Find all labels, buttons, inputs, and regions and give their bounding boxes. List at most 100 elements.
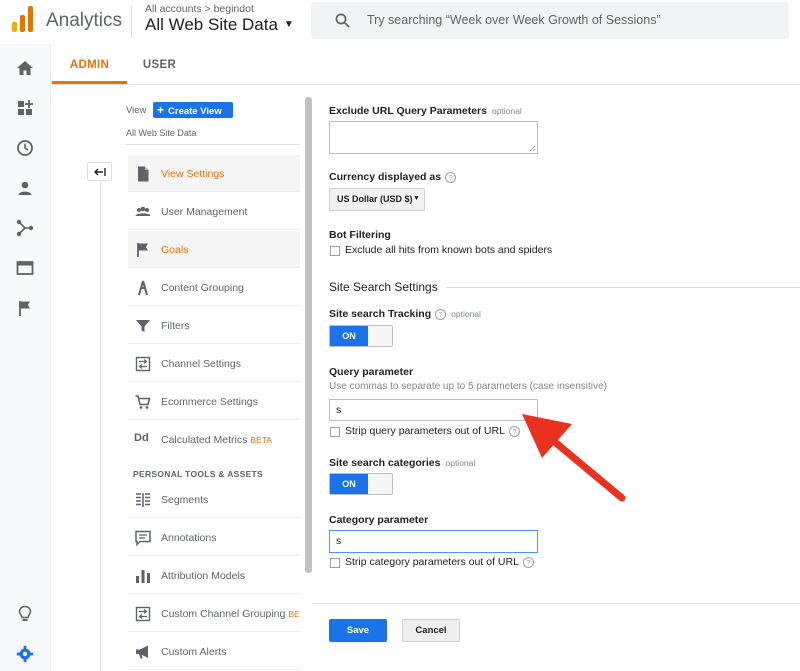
help-icon[interactable]: ? [522,556,534,568]
site-search-section-title: Site Search Settings [329,280,438,294]
menu-channel-settings[interactable]: Channel Settings [128,345,300,382]
menu-ecommerce-settings[interactable]: Ecommerce Settings [128,383,300,420]
currency-select[interactable]: US Dollar (USD $) ▼ [329,188,425,211]
create-view-label: Create View [168,106,222,117]
currency-label: Currency displayed as? [329,171,457,183]
left-nav [0,44,51,671]
category-parameter-input[interactable]: s [329,530,538,553]
menu-goals[interactable]: Goals [128,231,300,268]
tab-user[interactable]: USER [127,44,192,84]
menu-label: Segments [161,494,209,506]
plus-icon: + [157,103,165,117]
menu-calculated-metrics[interactable]: Dd Calculated Metrics BETA [128,421,300,458]
cancel-button[interactable]: Cancel [402,619,460,642]
site-search-categories-toggle[interactable]: ON [329,473,393,495]
tab-divider [52,84,800,85]
exclude-url-label: Exclude URL Query Parameters optional [329,105,522,117]
optional-tag: optional [491,106,522,116]
menu-label: Content Grouping [161,282,244,294]
save-button[interactable]: Save [329,619,387,642]
beta-badge: BET [288,609,300,619]
toggle-on-label: ON [330,326,368,346]
account-breadcrumb[interactable]: All accounts > begindot [145,3,254,15]
analytics-logo-icon[interactable] [12,6,34,32]
help-icon[interactable]: ? [445,171,457,183]
flag-icon[interactable] [15,298,35,318]
caret-down-icon: ▼ [413,195,420,202]
view-divider [126,144,300,145]
column-scrollbar[interactable] [305,97,312,573]
menu-label-text: Custom Channel Grouping [161,608,286,620]
menu-annotations[interactable]: Annotations [128,519,300,556]
header-divider [131,6,132,38]
app-name: Analytics [46,10,123,31]
behavior-icon[interactable] [15,258,35,278]
search-icon [335,13,350,28]
segments-icon [136,493,150,507]
menu-label: Goals [161,244,189,256]
section-divider [446,287,800,288]
menu-label: Custom Channel GroupingBET [161,608,300,620]
site-search-tracking-toggle[interactable]: ON [329,325,393,347]
menu-attribution-models[interactable]: Attribution Models [128,557,300,594]
admin-gear-icon[interactable] [15,644,35,664]
person-icon[interactable] [15,178,35,198]
red-arrow-icon [522,414,626,502]
label-text: Exclude URL Query Parameters [329,105,487,117]
category-parameter-label: Category parameter [329,514,429,526]
menu-label: Attribution Models [161,570,246,582]
document-icon [138,166,149,182]
clock-icon[interactable] [15,138,35,158]
strip-category-checkbox[interactable] [330,558,340,568]
home-icon[interactable] [15,58,35,78]
dd-icon: Dd [134,432,149,444]
currency-value: US Dollar (USD $) [337,194,413,204]
menu-custom-channel-grouping[interactable]: Custom Channel GroupingBET [128,595,300,632]
menu-label: Custom Alerts [161,646,227,658]
strip-category-checkbox-label: Strip category parameters out of URL? [345,556,534,568]
bar-chart-icon [136,570,150,583]
bot-filtering-checkbox[interactable] [330,246,340,256]
acquisition-icon[interactable] [15,218,35,238]
walker-icon [138,280,148,296]
property-selector[interactable]: All Web Site Data ▼ [145,15,294,35]
menu-user-management[interactable]: User Management [128,193,300,230]
bot-filtering-checkbox-label: Exclude all hits from known bots and spi… [345,244,553,256]
exclude-url-textarea[interactable] [329,121,538,154]
strip-query-checkbox[interactable] [330,427,340,437]
resize-handle-icon [529,145,536,152]
personal-tools-header: PERSONAL TOOLS & ASSETS [133,469,264,479]
view-name: All Web Site Data [126,128,197,138]
create-view-button[interactable]: + Create View [153,102,233,118]
menu-label: Calculated Metrics BETA [161,434,272,446]
menu-custom-alerts[interactable]: Custom Alerts [128,633,300,670]
label-text: Site search Tracking [329,308,432,320]
label-text: Site search categories [329,457,441,469]
menu-content-grouping[interactable]: Content Grouping [128,269,300,306]
cart-icon [135,395,151,409]
menu-filters[interactable]: Filters [128,307,300,344]
collapse-column-button[interactable] [87,162,112,181]
menu-label: User Management [161,206,248,218]
menu-label: Channel Settings [161,358,241,370]
label-text: Strip query parameters out of URL [345,425,505,437]
view-label: View [126,105,147,116]
label-text: Strip category parameters out of URL [345,556,519,568]
optional-tag: optional [445,458,476,468]
menu-segments[interactable]: Segments [128,481,300,518]
menu-label: Ecommerce Settings [161,396,258,408]
site-search-categories-label: Site search categories optional [329,457,475,469]
help-icon[interactable]: ? [435,308,447,320]
tree-line [100,182,101,671]
tab-admin[interactable]: ADMIN [52,44,127,84]
menu-label: View Settings [161,168,225,180]
menu-label: Annotations [161,532,217,544]
query-parameter-input[interactable]: s [329,399,538,421]
query-parameter-hint: Use commas to separate up to 5 parameter… [329,381,607,392]
menu-view-settings[interactable]: View Settings [128,155,300,192]
footer-divider [312,603,800,604]
customization-icon[interactable] [15,98,35,118]
channel-grouping-icon [135,606,151,622]
megaphone-icon [136,645,148,659]
lightbulb-icon[interactable] [15,604,35,624]
